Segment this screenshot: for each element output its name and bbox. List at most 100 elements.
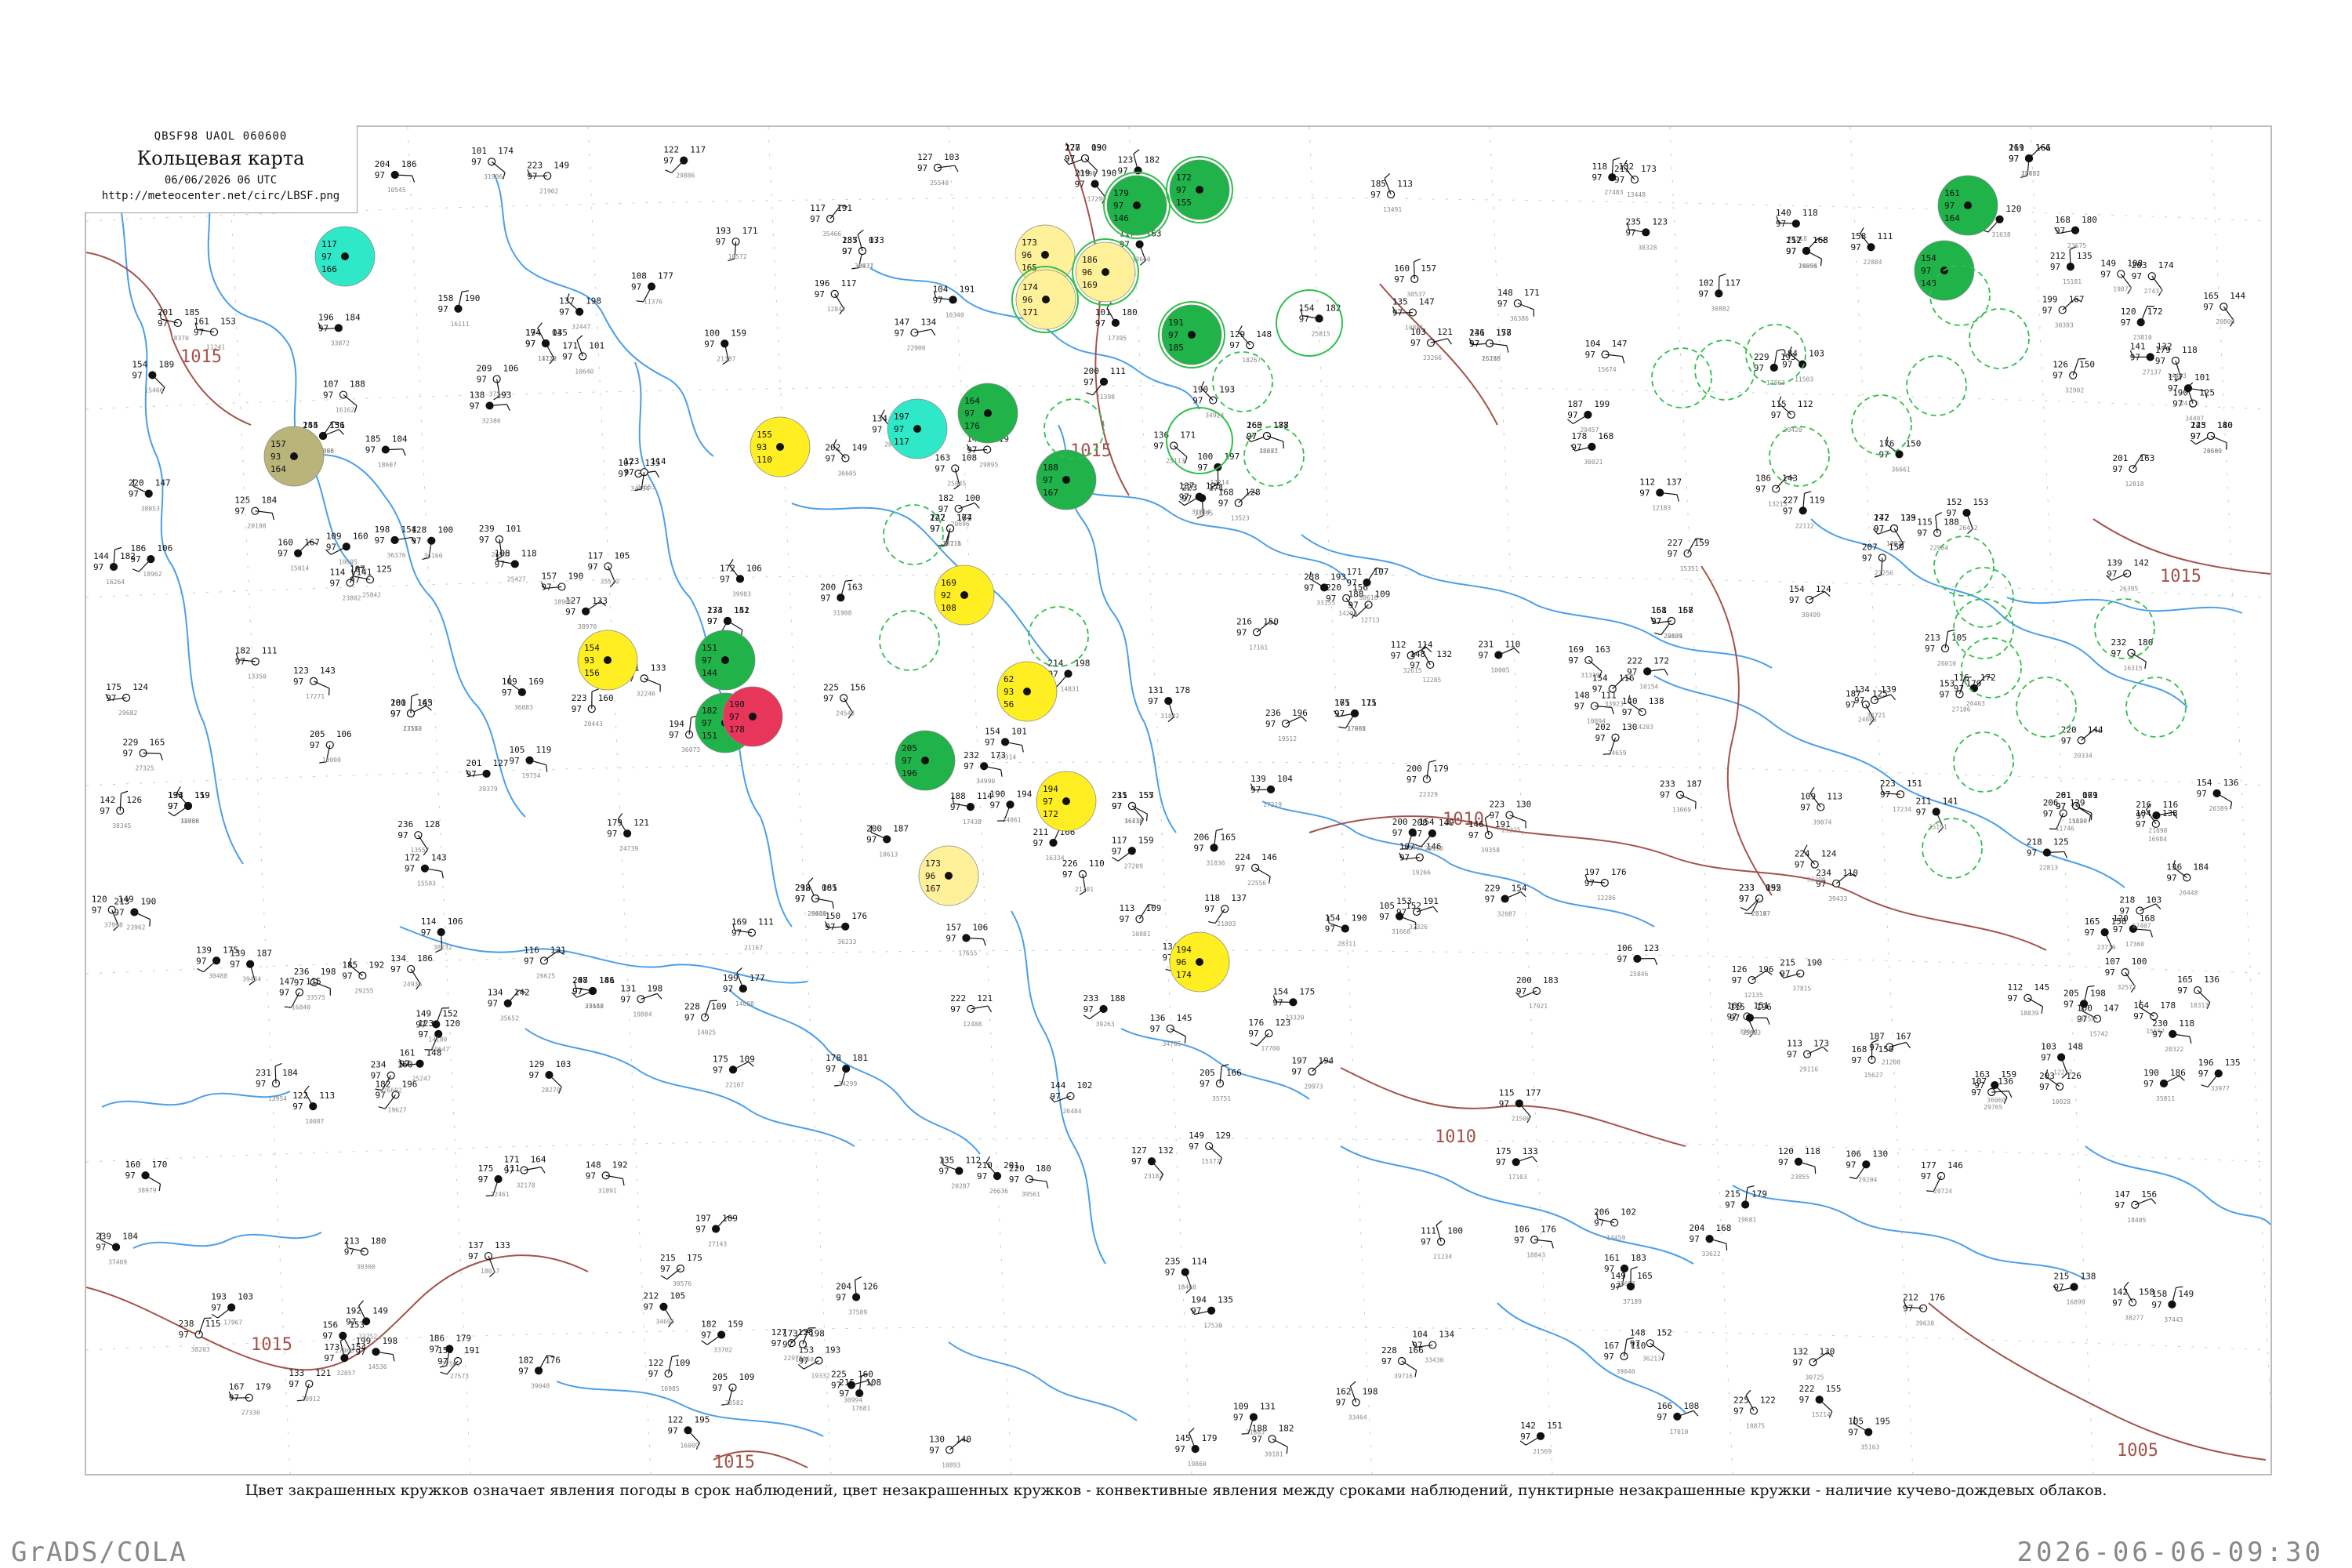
station-visibility: 97 bbox=[695, 1225, 706, 1235]
station-plot: 1359711220287 bbox=[938, 1155, 981, 1189]
station-visibility: 97 bbox=[795, 894, 805, 904]
station-plot: 2019714523542 bbox=[390, 693, 433, 732]
station-id: 28582 bbox=[724, 1399, 743, 1406]
station-pressure: 120 bbox=[2006, 204, 2022, 214]
wind-barb-icon bbox=[2069, 249, 2071, 267]
station-temperature: 204 bbox=[836, 1281, 851, 1291]
station-temperature: 197 bbox=[1291, 1056, 1307, 1066]
station-id: 17161 bbox=[1249, 644, 1268, 651]
station-temperature: 127 bbox=[917, 152, 933, 162]
station-plot: 1209711823855 bbox=[1778, 1146, 1820, 1181]
station-visibility: 97 bbox=[365, 445, 376, 456]
station-id: 29204 bbox=[1858, 1176, 1877, 1183]
station-id: 26448 bbox=[2179, 889, 2198, 896]
station-temperature: 107 bbox=[323, 379, 339, 390]
station-visibility: 97 bbox=[1850, 242, 1860, 252]
station-pressure: 101 bbox=[2194, 372, 2210, 383]
station-id: 23542 bbox=[403, 725, 422, 732]
station-pressure: 164 bbox=[531, 1155, 546, 1165]
station-id: 33155 bbox=[1316, 599, 1335, 606]
station-visibility: 97 bbox=[1852, 1055, 1862, 1065]
station-plot: 1689712813523 bbox=[1218, 487, 1261, 521]
station-temperature: 171 bbox=[562, 340, 578, 350]
station-pressure: 125 bbox=[376, 564, 392, 574]
station-visibility: 97 bbox=[1903, 1304, 1913, 1314]
station-id: 17290 bbox=[1087, 196, 1106, 203]
station-temperature: 163 bbox=[935, 452, 950, 463]
station-id: 38979 bbox=[137, 1187, 156, 1194]
wind-barb-icon bbox=[1272, 1438, 1288, 1447]
station-visibility: 97 bbox=[2009, 154, 2019, 164]
station-plot: 1609716715014 bbox=[278, 538, 320, 572]
station-id: 31891 bbox=[598, 1187, 617, 1194]
weather-phenomenon-circle: 15197144 bbox=[695, 630, 756, 691]
station-id: 24739 bbox=[619, 845, 638, 852]
station-id: 32447 bbox=[572, 324, 590, 331]
station-id: 19266 bbox=[1412, 869, 1431, 877]
station-plot: 1059719535163 bbox=[1848, 1416, 1890, 1451]
station-visibility: 97 bbox=[1478, 650, 1488, 660]
station-temperature: 131 bbox=[620, 983, 636, 993]
station-temperature: 130 bbox=[929, 1434, 945, 1444]
station-plot: 1729714315503 bbox=[405, 853, 447, 887]
station-visibility: 97 bbox=[964, 761, 974, 771]
station-temperature: 197 bbox=[894, 412, 909, 422]
station-visibility: 97 bbox=[2197, 789, 2207, 799]
station-temperature: 117 bbox=[321, 239, 337, 249]
station-temperature: 178 bbox=[1571, 431, 1587, 441]
station-visibility: 97 bbox=[234, 506, 245, 517]
station-plot: 1159718822984 bbox=[1917, 512, 1959, 552]
station-pressure: 174 bbox=[2158, 260, 2174, 270]
station-visibility: 97 bbox=[1787, 1050, 1797, 1060]
software-credit: GrADS/COLA bbox=[11, 1537, 187, 1568]
station-cloud-cover-icon bbox=[960, 591, 968, 599]
station-plot: 2209714420334 bbox=[2061, 724, 2103, 759]
station-id: 23962 bbox=[126, 924, 145, 931]
station-temperature: 104 bbox=[1412, 1330, 1428, 1340]
station-id: 14831 bbox=[1060, 685, 1079, 692]
station-plot: 2049716833622 bbox=[1690, 1223, 1732, 1258]
station-temperature: 190 bbox=[990, 789, 1006, 799]
station-plot: 1639715936060 bbox=[1974, 1069, 2016, 1104]
station-id: 27483 bbox=[1604, 189, 1623, 196]
station-visibility: 97 bbox=[1168, 330, 1178, 340]
station-id: 39263 bbox=[1096, 1021, 1115, 1028]
station-plot: 1339712120912 bbox=[289, 1368, 331, 1403]
station-pressure: 179 bbox=[1202, 1433, 1218, 1443]
station-pressure: 193 bbox=[1330, 572, 1346, 582]
station-temperature: 175 bbox=[1496, 1146, 1512, 1156]
station-temperature: 231 bbox=[256, 1068, 271, 1078]
station-plot: 1369717125113 bbox=[1153, 430, 1196, 465]
station-pressure: 176 bbox=[1929, 1293, 1945, 1303]
map-title: Кольцевая карта bbox=[85, 147, 357, 169]
station-temperature: 144 bbox=[1050, 1080, 1065, 1091]
station-plot: 1049714715674 bbox=[1585, 339, 1628, 373]
station-pressure: 104 bbox=[1277, 774, 1293, 784]
station-visibility: 97 bbox=[471, 157, 481, 167]
station-pressure: 081 bbox=[822, 883, 837, 893]
station-visibility: 97 bbox=[1394, 274, 1404, 285]
station-visibility: 97 bbox=[1639, 488, 1650, 498]
station-id: 32571 bbox=[2118, 984, 2136, 991]
station-pressure: 126 bbox=[2066, 1071, 2082, 1081]
station-id: 23855 bbox=[1791, 1174, 1809, 1181]
station-visibility: 97 bbox=[660, 1264, 670, 1274]
station-dewpoint: 166 bbox=[321, 264, 337, 274]
station-pressure: 115 bbox=[205, 1319, 221, 1329]
station-plot: 2639718818387 bbox=[1247, 420, 1289, 455]
station-pressure: 181 bbox=[852, 1053, 868, 1063]
station-plot: 1399714226395 bbox=[2106, 558, 2149, 593]
station-plot: 1429712638345 bbox=[100, 790, 142, 829]
station-visibility: 97 bbox=[289, 1379, 299, 1389]
station-pressure: 135 bbox=[2077, 251, 2092, 261]
station-visibility: 97 bbox=[466, 769, 477, 779]
station-cloud-cover-icon bbox=[1049, 838, 1058, 848]
station-id: 18839 bbox=[2020, 1010, 2038, 1017]
station-temperature: 147 bbox=[2114, 1189, 2130, 1200]
station-id: 10005 bbox=[1490, 666, 1509, 673]
station-pressure: 137 bbox=[1666, 477, 1682, 487]
station-pressure: 190 bbox=[140, 896, 156, 906]
station-plot: 2239714921902 bbox=[527, 160, 569, 194]
station-id: 26463 bbox=[1966, 700, 1985, 707]
station-temperature: 138 bbox=[470, 390, 485, 400]
